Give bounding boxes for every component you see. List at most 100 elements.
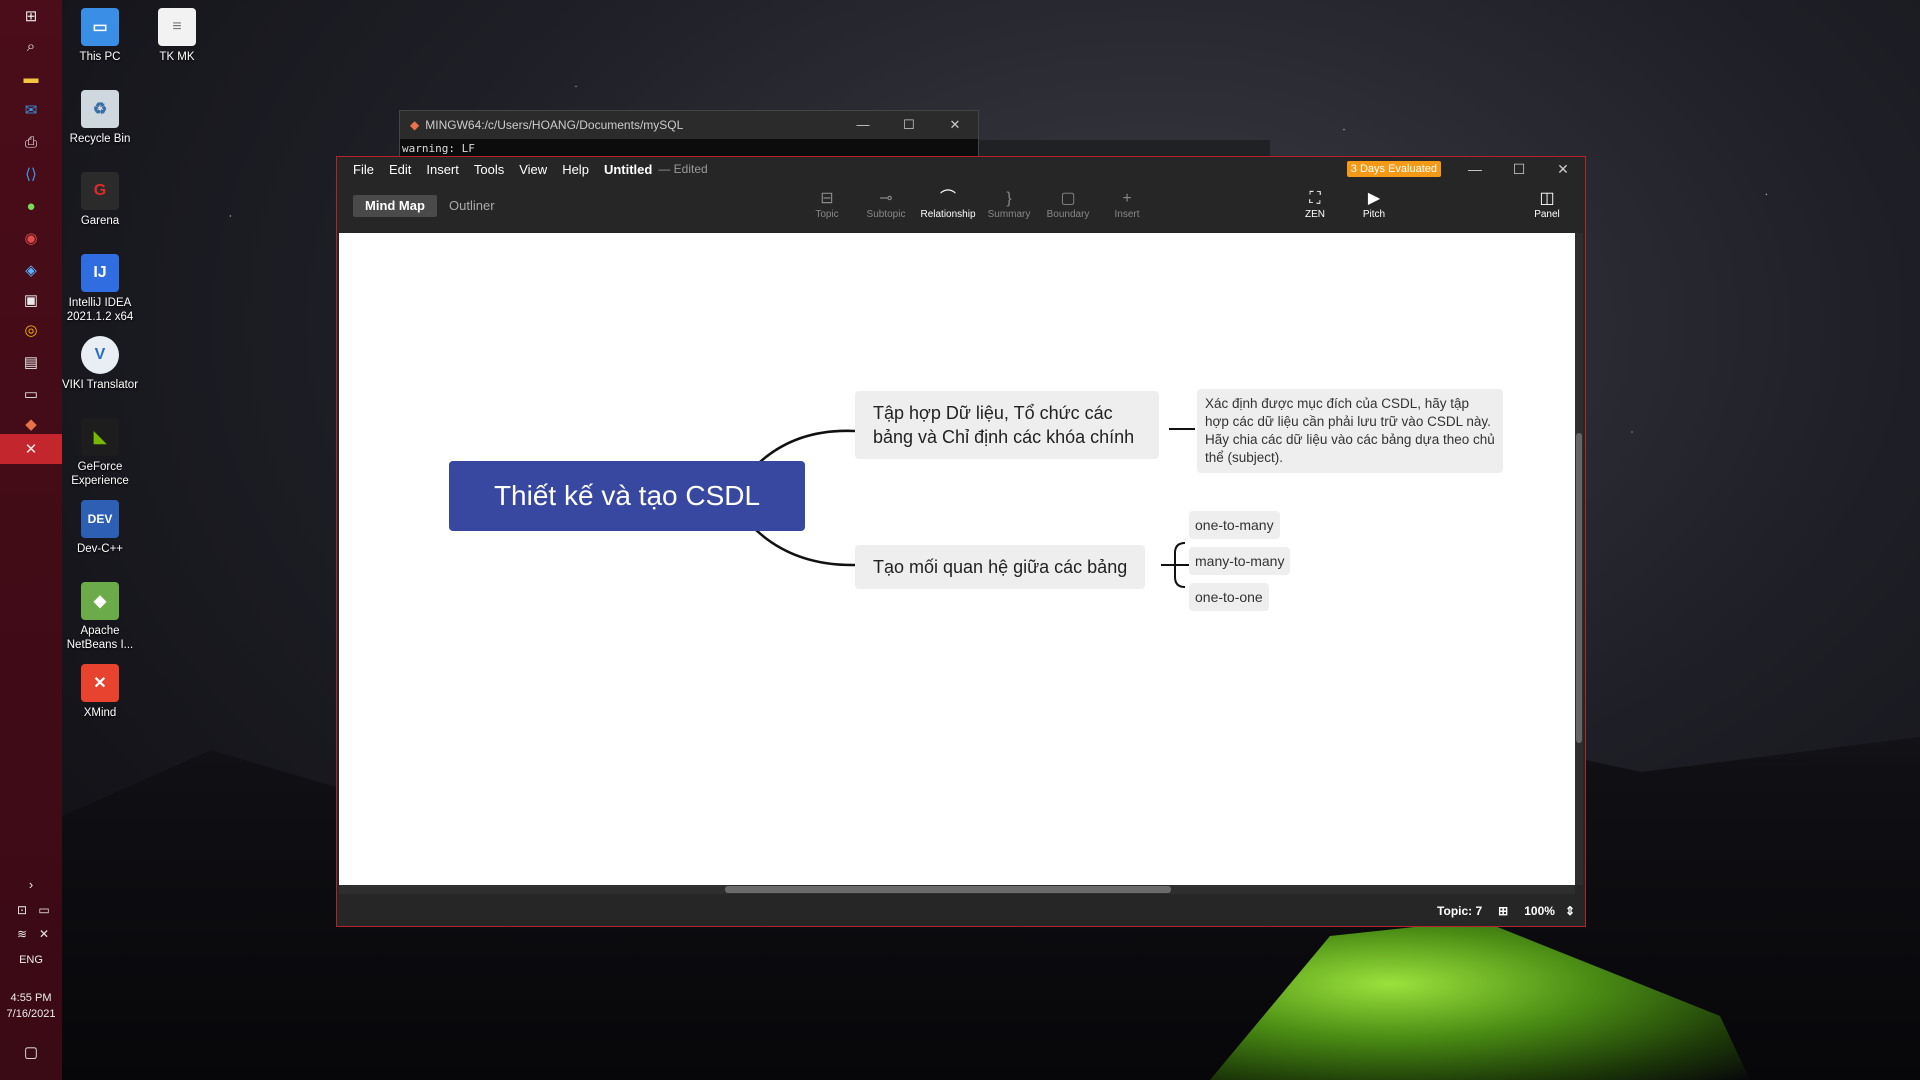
intellij-icon: IJ <box>81 254 119 292</box>
terminal-window[interactable]: ◆ MINGW64:/c/Users/HOANG/Documents/mySQL… <box>399 110 979 160</box>
git-icon[interactable]: ◆ <box>19 412 43 436</box>
panel-icon: ◫ <box>1539 190 1555 207</box>
desktop-icon-devcpp[interactable]: DEV Dev-C++ <box>60 500 140 556</box>
recycle-bin-icon: ♻ <box>81 90 119 128</box>
boundary-tool[interactable]: ▢ Boundary <box>1038 189 1098 220</box>
document-title[interactable]: Untitled <box>604 162 652 177</box>
menu-tools[interactable]: Tools <box>474 162 504 177</box>
minimize-icon[interactable]: — <box>840 117 886 133</box>
menu-file[interactable]: File <box>353 162 374 177</box>
play-icon: ▶ <box>1367 190 1381 207</box>
language-indicator[interactable]: ENG <box>0 952 62 968</box>
central-topic[interactable]: Thiết kế và tạo CSDL <box>449 461 805 531</box>
desktop-icon-this-pc[interactable]: ▭ This PC <box>60 8 140 64</box>
document-icon: ≡ <box>158 8 196 46</box>
xmind-taskbar-icon[interactable]: ✕ <box>0 434 62 464</box>
desktop-icon-tk-mk[interactable]: ≡ TK MK <box>137 8 217 64</box>
vscode-icon[interactable]: ⟨⟩ <box>19 162 43 186</box>
close-icon[interactable]: ✕ <box>1541 161 1585 178</box>
desktop-icon-intellij[interactable]: IJ IntelliJ IDEA 2021.1.2 x64 <box>60 254 140 324</box>
zoom-stepper-icon[interactable]: ⇕ <box>1565 904 1575 918</box>
desktop-icon-xmind[interactable]: ✕ XMind <box>60 664 140 720</box>
chrome-icon[interactable]: ◎ <box>19 318 43 342</box>
desktop-icon-garena[interactable]: G Garena <box>60 172 140 228</box>
plus-icon: + <box>1122 190 1132 207</box>
toolbar: Mind Map Outliner ⊟ Topic ⊸ Subtopic ⌒ R… <box>337 181 1585 233</box>
subtopic-tool[interactable]: ⊸ Subtopic <box>856 189 916 220</box>
topic-count: Topic: 7 <box>1437 904 1483 918</box>
boundary-icon: ▢ <box>1060 190 1076 207</box>
subtopic-node[interactable]: one-to-one <box>1189 583 1269 611</box>
pitch-tool[interactable]: ▶ Pitch <box>1344 189 1404 220</box>
tab-mind-map[interactable]: Mind Map <box>353 195 437 217</box>
edge-like-icon[interactable]: ◉ <box>19 226 43 250</box>
menu-edit[interactable]: Edit <box>389 162 411 177</box>
fullscreen-icon: ⛶ <box>1309 190 1321 207</box>
horizontal-scrollbar[interactable] <box>339 885 1575 894</box>
computer-icon: ▭ <box>81 8 119 46</box>
image-app-icon[interactable]: ▤ <box>19 350 43 374</box>
minimize-icon[interactable]: — <box>1453 161 1497 177</box>
topic-icon: ⊟ <box>820 190 834 207</box>
garena-icon: G <box>81 172 119 210</box>
viki-icon: V <box>81 336 119 374</box>
maximize-icon[interactable]: ☐ <box>886 117 932 133</box>
menu-insert[interactable]: Insert <box>426 162 459 177</box>
clock-date[interactable]: 7/16/2021 <box>0 1006 62 1022</box>
edited-indicator: — Edited <box>658 162 708 176</box>
volume-muted-icon[interactable]: ✕ <box>32 922 56 946</box>
insert-tool[interactable]: + Insert <box>1097 189 1157 220</box>
subtopic-node[interactable]: one-to-many <box>1189 511 1280 539</box>
tab-outliner[interactable]: Outliner <box>437 195 507 217</box>
mind-map-canvas[interactable]: Thiết kế và tạo CSDL Tập hợp Dữ liệu, Tổ… <box>339 233 1575 885</box>
printer-icon[interactable]: ⎙ <box>19 130 43 154</box>
evaluation-badge[interactable]: 3 Days Evaluated <box>1346 161 1441 177</box>
terminal-taskbar-icon[interactable]: ▭ <box>19 382 43 406</box>
close-icon[interactable]: ✕ <box>932 117 978 133</box>
terminal-titlebar[interactable]: ◆ MINGW64:/c/Users/HOANG/Documents/mySQL… <box>400 111 978 139</box>
relationship-icon: ⌒ <box>939 190 956 207</box>
mail-icon[interactable]: ✉ <box>19 98 43 122</box>
vertical-scrollbar[interactable] <box>1575 233 1583 885</box>
desktop-icon-viki[interactable]: V VIKI Translator <box>60 336 140 392</box>
maximize-icon[interactable]: ☐ <box>1497 161 1541 178</box>
book-icon[interactable]: ⊞ <box>1498 904 1508 918</box>
windows-start-icon[interactable]: ⊞ <box>19 4 43 28</box>
note-node[interactable]: Xác định được mục đích của CSDL, hãy tập… <box>1197 389 1503 473</box>
xmind-window: File Edit Insert Tools View Help Untitle… <box>336 156 1586 927</box>
devcpp-icon: DEV <box>81 500 119 538</box>
intellij-taskbar-icon[interactable]: ▣ <box>19 288 43 312</box>
desktop-icon-recycle-bin[interactable]: ♻ Recycle Bin <box>60 90 140 146</box>
file-explorer-icon[interactable]: ▬ <box>19 66 43 90</box>
summary-tool[interactable]: } Summary <box>979 189 1039 220</box>
subtopic-node[interactable]: many-to-many <box>1189 547 1291 575</box>
relationship-tool[interactable]: ⌒ Relationship <box>918 189 978 220</box>
desktop-icon-netbeans[interactable]: ◆ Apache NetBeans I... <box>60 582 140 652</box>
summary-icon: } <box>1006 190 1012 207</box>
panel-tool[interactable]: ◫ Panel <box>1517 189 1577 220</box>
netbeans-icon: ◆ <box>81 582 119 620</box>
zoom-level[interactable]: 100% <box>1524 904 1555 918</box>
xmind-icon: ✕ <box>81 664 119 702</box>
topic-node[interactable]: Tập hợp Dữ liệu, Tổ chức các bảng và Chỉ… <box>855 391 1159 459</box>
search-icon[interactable]: ⌕ <box>19 34 43 58</box>
topic-node[interactable]: Tạo mối quan hệ giữa các bảng <box>855 545 1146 589</box>
battery-icon[interactable]: ▭ <box>32 898 56 922</box>
topic-tool[interactable]: ⊟ Topic <box>797 189 857 220</box>
nvidia-icon: ◣ <box>81 418 119 456</box>
circle-app-icon[interactable]: ● <box>19 194 43 218</box>
menu-help[interactable]: Help <box>562 162 589 177</box>
desktop-icon-geforce[interactable]: ◣ GeForce Experience <box>60 418 140 488</box>
network-tray-icon[interactable]: ⊡ <box>10 898 34 922</box>
menu-view[interactable]: View <box>519 162 547 177</box>
terminal-title: MINGW64:/c/Users/HOANG/Documents/mySQL <box>425 118 684 132</box>
clock-time[interactable]: 4:55 PM <box>0 990 62 1006</box>
notification-icon[interactable]: ▢ <box>19 1040 43 1064</box>
subtopic-icon: ⊸ <box>879 190 893 207</box>
git-bash-icon: ◆ <box>410 118 420 132</box>
chevron-right-icon[interactable]: › <box>19 872 43 896</box>
zen-tool[interactable]: ⛶ ZEN <box>1285 189 1345 220</box>
sql-icon[interactable]: ◈ <box>19 258 43 282</box>
taskbar: ⊞ ⌕ ▬ ✉ ⎙ ⟨⟩ ● ◉ ◈ ▣ ◎ ▤ ▭ ◆ ✕ › ⊡ ▭ ≋ ✕… <box>0 0 62 1080</box>
wifi-icon[interactable]: ≋ <box>10 922 34 946</box>
